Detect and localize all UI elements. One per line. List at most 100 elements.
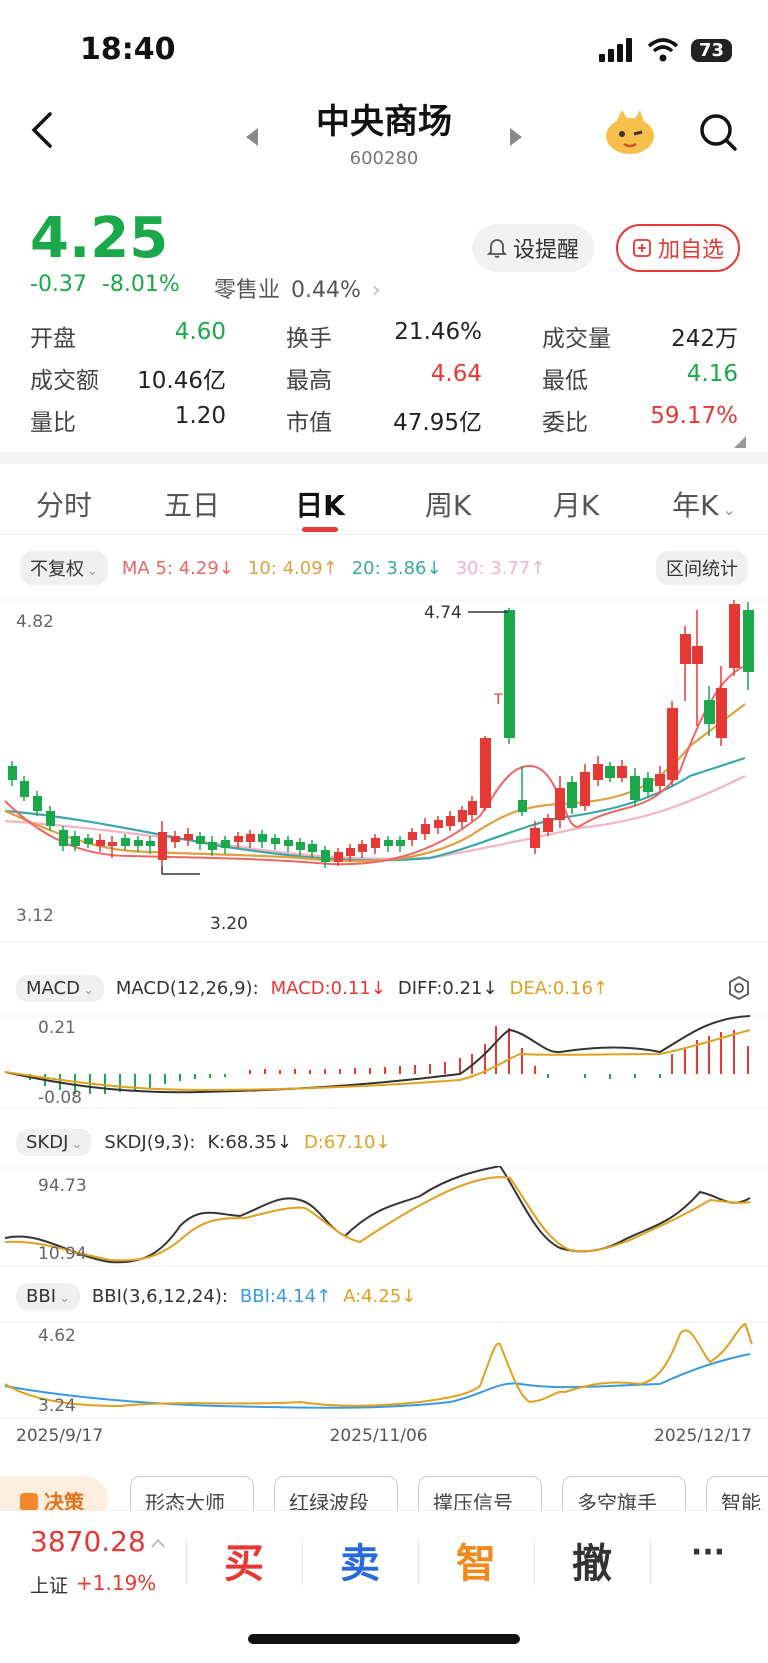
stat-label-volume-ratio: 量比 <box>30 410 76 436</box>
stat-value-amount: 10.46亿 <box>137 368 226 394</box>
skdj-chart <box>0 1166 768 1267</box>
bell-icon <box>486 239 507 258</box>
macd-value: MACD:0.11↓ <box>270 977 386 999</box>
svg-text:T: T <box>493 692 503 708</box>
price-change: -0.37 -8.01% <box>30 272 180 297</box>
macd-legend-row: MACD ⌄ MACD(12,26,9): MACD:0.11↓ DIFF:0.2… <box>16 972 752 1004</box>
tab-weekly-k[interactable]: 周K <box>384 470 512 532</box>
dea-value: DEA:0.16↑ <box>509 977 609 999</box>
stat-value-order-ratio: 59.17% <box>650 403 738 429</box>
macd-axis-top: 0.21 <box>38 1018 76 1038</box>
k-line <box>4 1166 751 1264</box>
industry-name: 零售业 <box>214 278 281 303</box>
chevron-right-icon: › <box>371 278 381 303</box>
ma10-value: 10: 4.09↑ <box>247 557 338 579</box>
ma30-value: 30: 3.77↑ <box>455 557 546 579</box>
stats-row: 量比 1.20 市值 47.95亿 委比 59.17% <box>30 399 738 441</box>
status-time: 18:40 <box>80 32 176 67</box>
set-reminder-button[interactable]: 设提醒 <box>472 224 594 272</box>
tab-yearly-k[interactable]: 年K ⌄ <box>640 470 768 532</box>
index-change: +1.19% <box>76 1571 157 1595</box>
stat-label-volume: 成交量 <box>542 326 611 352</box>
sell-button[interactable]: 卖 <box>302 1531 418 1589</box>
a-value: A:4.25↓ <box>343 1285 417 1307</box>
chevron-down-icon: ⌄ <box>722 500 736 519</box>
cellular-signal-icon <box>598 38 632 62</box>
macd-params: MACD(12,26,9): <box>115 977 259 999</box>
date-mid: 2025/11/06 <box>329 1426 428 1446</box>
bbi-axis-bottom: 3.24 <box>38 1396 76 1416</box>
tab-intraday[interactable]: 分时 <box>0 470 128 532</box>
stat-value-volume-ratio: 1.20 <box>174 403 226 429</box>
diff-value: DIFF:0.21↓ <box>397 977 498 999</box>
high-price-marker: 4.74 <box>424 603 462 623</box>
plus-box-icon <box>633 239 651 257</box>
stats-row: 成交额 10.46亿 最高 4.64 最低 4.16 <box>30 357 738 399</box>
range-stats-button[interactable]: 区间统计 <box>656 551 748 585</box>
expand-corner-icon[interactable] <box>734 436 746 448</box>
skdj-params: SKDJ(9,3): <box>104 1131 196 1153</box>
chevron-down-icon: ⌄ <box>82 982 94 998</box>
stat-value-turnover: 21.46% <box>394 319 482 345</box>
home-indicator <box>248 1634 520 1644</box>
bbi-value: BBI:4.14↑ <box>239 1285 332 1307</box>
smart-trade-button[interactable]: 智 <box>418 1531 534 1589</box>
low-price-marker: 3.20 <box>210 914 248 934</box>
macd-indicator-dropdown[interactable]: MACD ⌄ <box>16 974 104 1002</box>
stat-label-high: 最高 <box>286 368 332 394</box>
candlestick-chart[interactable]: T <box>0 596 768 946</box>
search-icon[interactable] <box>698 112 738 152</box>
bbi-indicator-dropdown[interactable]: BBI ⌄ <box>16 1282 80 1310</box>
chevron-down-icon: ⌄ <box>59 1290 70 1306</box>
stat-label-low: 最低 <box>542 368 588 394</box>
bbi-legend-row: BBI ⌄ BBI(3,6,12,24): BBI:4.14↑ A:4.25↓ <box>16 1280 416 1312</box>
industry-percent: 0.44% <box>291 278 361 303</box>
bbi-axis-top: 4.62 <box>38 1326 76 1346</box>
date-axis: 2025/9/17 2025/11/06 2025/12/17 <box>16 1426 752 1446</box>
index-value[interactable]: 3870.28 <box>30 1525 146 1558</box>
skdj-legend-row: SKDJ ⌄ SKDJ(9,3): K:68.35↓ D:67.10↓ <box>16 1126 390 1158</box>
skdj-indicator-dropdown[interactable]: SKDJ ⌄ <box>16 1128 93 1156</box>
stats-grid: 开盘 4.60 换手 21.46% 成交量 242万 成交额 10.46亿 最高 4.64… <box>30 315 738 441</box>
a-line <box>4 1322 753 1408</box>
status-bar: 18:40 73 <box>0 28 768 72</box>
mascot-icon[interactable] <box>604 108 656 156</box>
tab-monthly-k[interactable]: 月K <box>512 470 640 532</box>
k-value: K:68.35↓ <box>207 1131 292 1153</box>
skdj-axis-bottom: 10.94 <box>38 1244 87 1264</box>
price-axis-bottom: 3.12 <box>16 906 54 926</box>
d-value: D:67.10↓ <box>303 1131 391 1153</box>
price-axis-top: 4.82 <box>16 612 54 632</box>
stats-row: 开盘 4.60 换手 21.46% 成交量 242万 <box>30 315 738 357</box>
settings-icon[interactable] <box>726 975 752 1001</box>
buy-button[interactable]: 买 <box>186 1531 302 1589</box>
add-to-watchlist-button[interactable]: 加自选 <box>616 224 740 272</box>
date-end: 2025/12/17 <box>654 1426 752 1446</box>
tab-daily-k[interactable]: 日K <box>256 470 384 532</box>
stat-value-volume: 242万 <box>671 326 738 352</box>
stat-value-high: 4.64 <box>430 361 482 387</box>
more-button[interactable]: ··· <box>650 1535 766 1570</box>
chevron-down-icon: ⌄ <box>87 564 98 579</box>
adjust-dropdown[interactable]: 不复权 ⌄ <box>20 551 108 585</box>
cancel-order-button[interactable]: 撤 <box>534 1531 650 1589</box>
stat-value-market-cap: 47.95亿 <box>393 410 482 436</box>
industry-link[interactable]: 零售业 0.44% › <box>214 272 381 304</box>
ma5-value: MA 5: 4.29↓ <box>121 557 234 579</box>
index-name: 上证 <box>30 1575 69 1597</box>
stat-value-low: 4.16 <box>686 361 738 387</box>
stat-label-order-ratio: 委比 <box>542 410 588 436</box>
stat-label-market-cap: 市值 <box>286 410 332 436</box>
change-percent: -8.01% <box>101 272 180 297</box>
ma-legend-row: 不复权 ⌄ MA 5: 4.29↓ 10: 4.09↑ 20: 3.86↓ 30:… <box>20 551 748 585</box>
tab-five-day[interactable]: 五日 <box>128 470 256 532</box>
bbi-params: BBI(3,6,12,24): <box>91 1285 228 1307</box>
stat-label-open: 开盘 <box>30 326 76 352</box>
stat-label-turnover: 换手 <box>286 326 332 352</box>
battery-indicator: 73 <box>690 38 732 62</box>
macd-axis-bottom: -0.08 <box>38 1088 82 1108</box>
d-line <box>4 1176 751 1262</box>
dea-line <box>4 1029 751 1092</box>
next-stock-icon[interactable] <box>508 126 524 148</box>
bottom-action-bar: 3870.28 上证 +1.19% 买 卖 智 撤 ··· <box>0 1510 768 1620</box>
